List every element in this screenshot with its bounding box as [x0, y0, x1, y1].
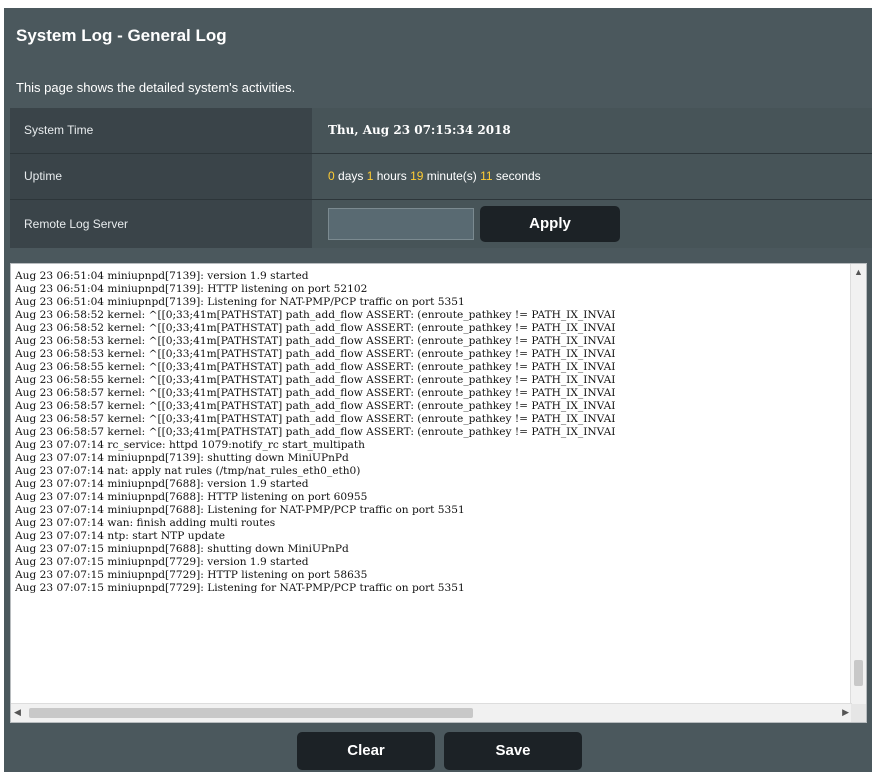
uptime-minutes-unit: minute(s): [423, 169, 481, 183]
log-line: Aug 23 07:07:14 rc_service: httpd 1079:n…: [15, 439, 365, 451]
system-time-row: System Time Thu, Aug 23 07:15:34 2018: [10, 108, 872, 153]
scroll-left-icon[interactable]: ◀: [14, 707, 21, 718]
uptime-value: 0 days 1 hours 19 minute(s) 11 seconds: [328, 154, 541, 199]
remote-log-row: Remote Log Server Apply: [10, 200, 872, 248]
uptime-hours-unit: hours: [373, 169, 411, 183]
log-line: Aug 23 07:07:15 miniupnpd[7729]: Listeni…: [15, 582, 465, 594]
system-time-label: System Time: [10, 108, 312, 153]
scrollbar-corner: [851, 704, 866, 722]
log-line: Aug 23 07:07:14 miniupnpd[7139]: shuttin…: [15, 452, 349, 464]
log-line: Aug 23 06:51:04 miniupnpd[7139]: version…: [15, 270, 309, 282]
apply-button[interactable]: Apply: [480, 206, 620, 242]
log-line: Aug 23 06:58:52 kernel: ^[[0;33;41m[PATH…: [15, 309, 616, 321]
save-button[interactable]: Save: [444, 732, 582, 770]
uptime-row: Uptime 0 days 1 hours 19 minute(s) 11 se…: [10, 154, 872, 199]
log-line: Aug 23 06:58:55 kernel: ^[[0;33;41m[PATH…: [15, 374, 616, 386]
horizontal-scrollbar[interactable]: ◀ ▶: [11, 703, 852, 722]
log-line: Aug 23 07:07:14 nat: apply nat rules (/t…: [15, 465, 361, 477]
page-description: This page shows the detailed system's ac…: [16, 80, 296, 95]
log-line: Aug 23 07:07:14 miniupnpd[7688]: Listeni…: [15, 504, 465, 516]
remote-log-label: Remote Log Server: [10, 200, 312, 248]
uptime-seconds-unit: seconds: [492, 169, 541, 183]
log-line: Aug 23 06:58:57 kernel: ^[[0;33;41m[PATH…: [15, 426, 616, 438]
remote-log-server-input[interactable]: [328, 208, 474, 240]
log-line: Aug 23 06:58:53 kernel: ^[[0;33;41m[PATH…: [15, 335, 616, 347]
log-content: Aug 23 06:51:04 miniupnpd[7139]: version…: [15, 270, 853, 700]
system-time-value: Thu, Aug 23 07:15:34 2018: [328, 123, 511, 137]
uptime-seconds: 11: [480, 169, 493, 183]
clear-button[interactable]: Clear: [297, 732, 435, 770]
log-line: Aug 23 07:07:14 wan: finish adding multi…: [15, 517, 276, 529]
log-line: Aug 23 07:07:14 miniupnpd[7688]: HTTP li…: [15, 491, 368, 503]
uptime-label: Uptime: [10, 154, 312, 199]
log-line: Aug 23 07:07:14 ntp: start NTP update: [15, 530, 225, 542]
horizontal-scroll-thumb[interactable]: [29, 708, 473, 718]
log-line: Aug 23 06:58:57 kernel: ^[[0;33;41m[PATH…: [15, 400, 616, 412]
page-title: System Log - General Log: [16, 26, 227, 45]
vertical-scroll-thumb[interactable]: [854, 660, 863, 686]
log-line: Aug 23 07:07:15 miniupnpd[7729]: version…: [15, 556, 309, 568]
uptime-days: 0: [328, 169, 335, 183]
system-log-panel: System Log - General Log This page shows…: [4, 8, 872, 772]
log-line: Aug 23 06:58:52 kernel: ^[[0;33;41m[PATH…: [15, 322, 616, 334]
log-line: Aug 23 06:51:04 miniupnpd[7139]: HTTP li…: [15, 283, 368, 295]
scroll-right-icon[interactable]: ▶: [842, 707, 849, 718]
log-line: Aug 23 07:07:14 miniupnpd[7688]: version…: [15, 478, 309, 490]
log-line: Aug 23 06:58:57 kernel: ^[[0;33;41m[PATH…: [15, 413, 616, 425]
log-line: Aug 23 06:58:57 kernel: ^[[0;33;41m[PATH…: [15, 387, 616, 399]
log-line: Aug 23 07:07:15 miniupnpd[7688]: shuttin…: [15, 543, 349, 555]
log-line: Aug 23 06:58:53 kernel: ^[[0;33;41m[PATH…: [15, 348, 616, 360]
log-textarea[interactable]: Aug 23 06:51:04 miniupnpd[7139]: version…: [10, 263, 867, 723]
log-line: Aug 23 06:58:55 kernel: ^[[0;33;41m[PATH…: [15, 361, 616, 373]
vertical-scrollbar[interactable]: ▲: [850, 264, 866, 704]
uptime-days-unit: days: [334, 169, 367, 183]
log-line: Aug 23 07:07:15 miniupnpd[7729]: HTTP li…: [15, 569, 368, 581]
uptime-minutes: 19: [410, 169, 424, 183]
scroll-up-icon[interactable]: ▲: [854, 267, 863, 277]
log-line: Aug 23 06:51:04 miniupnpd[7139]: Listeni…: [15, 296, 465, 308]
